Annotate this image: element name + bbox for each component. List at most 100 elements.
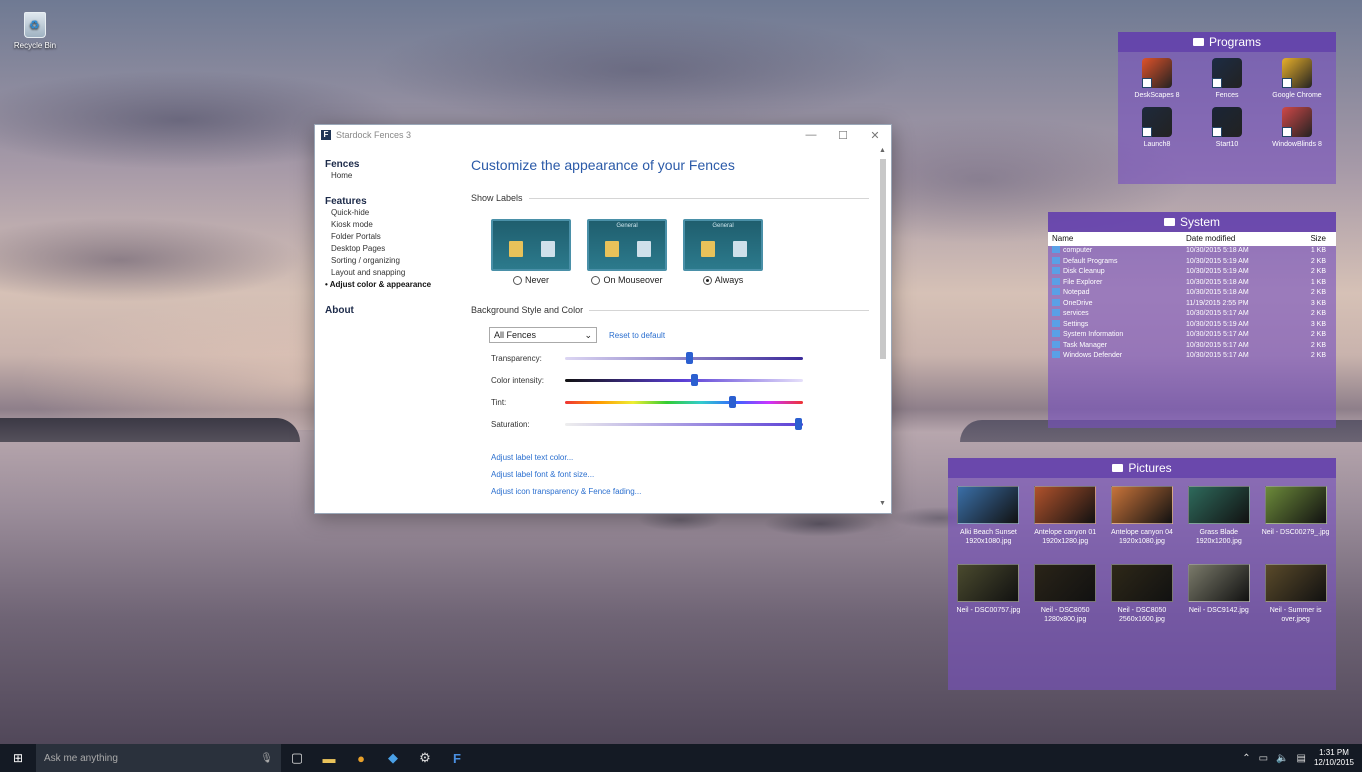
system-file-row[interactable]: File Explorer 10/30/2015 5:18 AM 1 KB: [1048, 278, 1336, 289]
picture-item[interactable]: Alki Beach Sunset 1920x1080.jpg: [950, 486, 1027, 546]
scroll-down-icon[interactable]: ▼: [879, 500, 886, 507]
picture-item[interactable]: Neil - Summer is over.jpeg: [1257, 564, 1334, 624]
start-button[interactable]: ⊞: [0, 751, 36, 765]
picture-item[interactable]: Neil - DSC9142.jpg: [1180, 564, 1257, 624]
option-mouseover[interactable]: General On Mouseover: [587, 219, 667, 285]
recycle-bin[interactable]: Recycle Bin: [10, 12, 60, 50]
system-file-row[interactable]: Task Manager 10/30/2015 5:17 AM 2 KB: [1048, 341, 1336, 352]
nav-item-desktop-pages[interactable]: Desktop Pages: [325, 243, 465, 255]
system-fence-title[interactable]: System: [1048, 212, 1336, 232]
label-text-color-link[interactable]: Adjust label text color...: [491, 449, 869, 466]
picture-item[interactable]: Neil - DSC8050 1280x800.jpg: [1027, 564, 1104, 624]
programs-fence-title[interactable]: Programs: [1118, 32, 1336, 52]
title-bar[interactable]: F Stardock Fences 3 — ☐ ✕: [315, 125, 891, 145]
system-file-row[interactable]: Settings 10/30/2015 5:19 AM 3 KB: [1048, 320, 1336, 331]
system-file-row[interactable]: services 10/30/2015 5:17 AM 2 KB: [1048, 309, 1336, 320]
picture-item[interactable]: Neil - DSC00757.jpg: [950, 564, 1027, 624]
nav-about[interactable]: About: [325, 305, 465, 316]
system-file-row[interactable]: OneDrive 11/19/2015 2:55 PM 3 KB: [1048, 299, 1336, 310]
picture-label: Neil - DSC00757.jpg: [956, 607, 1021, 614]
nav-item-sorting[interactable]: Sorting / organizing: [325, 255, 465, 267]
program-fences[interactable]: Fences: [1192, 58, 1262, 99]
system-file-row[interactable]: Default Programs 10/30/2015 5:19 AM 2 KB: [1048, 257, 1336, 268]
picture-label: Antelope canyon 04 1920x1080.jpg: [1111, 529, 1173, 545]
scroll-thumb[interactable]: [880, 159, 886, 359]
program-launch8[interactable]: Launch8: [1122, 107, 1192, 148]
search-box[interactable]: Ask me anything 🎙: [36, 744, 281, 772]
preview-always[interactable]: General: [683, 219, 763, 271]
label-font-link[interactable]: Adjust label font & font size...: [491, 466, 869, 483]
option-never[interactable]: Never: [491, 219, 571, 285]
system-file-row[interactable]: Disk Cleanup 10/30/2015 5:19 AM 2 KB: [1048, 267, 1336, 278]
clock[interactable]: 1:31 PM 12/10/2015: [1314, 748, 1354, 768]
column-date[interactable]: Date modified: [1186, 232, 1278, 246]
microphone-icon[interactable]: 🎙: [260, 753, 273, 764]
store-icon[interactable]: ◆: [377, 750, 409, 766]
slider-thumb[interactable]: [728, 395, 736, 408]
system-file-row[interactable]: System Information 10/30/2015 5:17 AM 2 KB: [1048, 330, 1336, 341]
picture-item[interactable]: Neil - DSC8050 2560x1600.jpg: [1104, 564, 1181, 624]
picture-item[interactable]: Antelope canyon 01 1920x1280.jpg: [1027, 486, 1104, 546]
scrollbar[interactable]: ▲ ▼: [879, 147, 887, 507]
program-deskscapes[interactable]: DeskScapes 8: [1122, 58, 1192, 99]
scroll-up-icon[interactable]: ▲: [879, 147, 886, 154]
picture-item[interactable]: Grass Blade 1920x1200.jpg: [1180, 486, 1257, 546]
chevron-up-icon[interactable]: ⌃: [1242, 753, 1250, 764]
transparency-slider[interactable]: Transparency:: [491, 351, 869, 365]
picture-thumbnail: [1264, 564, 1327, 602]
fences-icon[interactable]: F: [441, 751, 473, 766]
close-button[interactable]: ✕: [859, 129, 891, 142]
nav-item-layout[interactable]: Layout and snapping: [325, 267, 465, 279]
radio-never[interactable]: [512, 275, 522, 285]
preview-mouseover[interactable]: General: [587, 219, 667, 271]
system-file-row[interactable]: Notepad 10/30/2015 5:18 AM 2 KB: [1048, 288, 1336, 299]
option-always[interactable]: General Always: [683, 219, 763, 285]
icon-transparency-link[interactable]: Adjust icon transparency & Fence fading.…: [491, 483, 869, 500]
column-name[interactable]: Name: [1048, 232, 1186, 246]
program-windowblinds[interactable]: WindowBlinds 8: [1262, 107, 1332, 148]
folder-icon: [1112, 464, 1124, 472]
minimize-button[interactable]: —: [795, 129, 827, 142]
chrome-icon[interactable]: ●: [345, 751, 377, 766]
color-intensity-slider[interactable]: Color intensity:: [491, 373, 869, 387]
nav-item-folder-portals[interactable]: Folder Portals: [325, 231, 465, 243]
preview-never[interactable]: [491, 219, 571, 271]
radio-mouseover[interactable]: [591, 275, 601, 285]
programs-fence[interactable]: Programs DeskScapes 8 Fences Google Chro…: [1118, 32, 1336, 184]
saturation-slider[interactable]: Saturation:: [491, 417, 869, 431]
picture-label: Neil - DSC8050 1280x800.jpg: [1040, 607, 1090, 623]
nav-item-kiosk-mode[interactable]: Kiosk mode: [325, 219, 465, 231]
system-file-row[interactable]: computer 10/30/2015 5:18 AM 1 KB: [1048, 246, 1336, 257]
nav-item-adjust-color[interactable]: • Adjust color & appearance: [325, 279, 465, 291]
pictures-fence-title[interactable]: Pictures: [948, 458, 1336, 478]
picture-item[interactable]: Neil - DSC00279_.jpg: [1257, 486, 1334, 546]
picture-item[interactable]: Antelope canyon 04 1920x1080.jpg: [1104, 486, 1181, 546]
file-explorer-icon[interactable]: ▬: [313, 751, 345, 766]
program-start10[interactable]: Start10: [1192, 107, 1262, 148]
slider-thumb[interactable]: [685, 351, 693, 364]
slider-thumb[interactable]: [690, 373, 698, 386]
program-chrome[interactable]: Google Chrome: [1262, 58, 1332, 99]
show-labels-section: Show Labels: [471, 193, 869, 203]
volume-icon[interactable]: 🔈: [1276, 753, 1288, 764]
network-icon[interactable]: ▭: [1259, 753, 1268, 764]
recycle-bin-label: Recycle Bin: [13, 41, 57, 50]
maximize-button[interactable]: ☐: [827, 129, 859, 142]
deskscapes-icon: [1142, 58, 1172, 88]
system-fence[interactable]: System Name Date modified Size computer 1…: [1048, 212, 1336, 428]
task-view-icon[interactable]: ▢: [281, 750, 313, 766]
reset-default-link[interactable]: Reset to default: [609, 331, 665, 340]
system-file-row[interactable]: Windows Defender 10/30/2015 5:17 AM 2 KB: [1048, 351, 1336, 362]
nav-fences-head[interactable]: Fences: [325, 159, 465, 170]
action-center-icon[interactable]: ▤: [1297, 753, 1306, 764]
nav-item-home[interactable]: Home: [325, 170, 465, 182]
nav-item-quick-hide[interactable]: Quick-hide: [325, 207, 465, 219]
column-size[interactable]: Size: [1278, 232, 1330, 246]
fence-select[interactable]: All Fences ⌄: [489, 327, 597, 343]
tint-slider[interactable]: Tint:: [491, 395, 869, 409]
pictures-fence[interactable]: Pictures Alki Beach Sunset 1920x1080.jpg…: [948, 458, 1336, 690]
settings-icon[interactable]: ⚙: [409, 750, 441, 766]
slider-thumb[interactable]: [795, 417, 803, 430]
nav-features-head[interactable]: Features: [325, 196, 465, 207]
radio-always[interactable]: [702, 275, 712, 285]
